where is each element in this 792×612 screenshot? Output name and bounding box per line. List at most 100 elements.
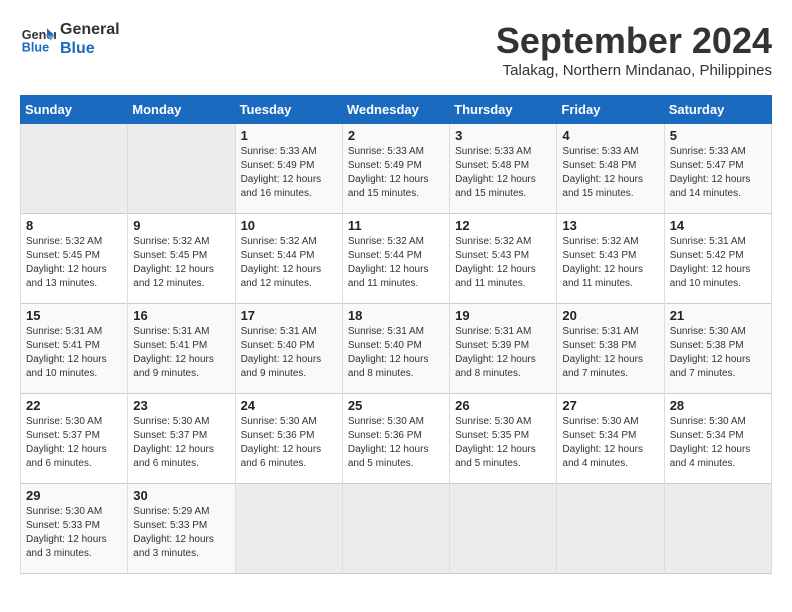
week-row-2: 8 Sunrise: 5:32 AMSunset: 5:45 PMDaylight… bbox=[21, 214, 772, 304]
calendar-cell: 16 Sunrise: 5:31 AMSunset: 5:41 PMDayligh… bbox=[128, 304, 235, 394]
calendar-cell: 30 Sunrise: 5:29 AMSunset: 5:33 PMDayligh… bbox=[128, 484, 235, 574]
calendar-cell: 4Sunrise: 5:33 AMSunset: 5:48 PMDaylight… bbox=[557, 124, 664, 214]
calendar-cell: 12 Sunrise: 5:32 AMSunset: 5:43 PMDayligh… bbox=[450, 214, 557, 304]
calendar-cell bbox=[557, 484, 664, 574]
day-number: 29 bbox=[26, 488, 122, 503]
calendar-cell: 3Sunrise: 5:33 AMSunset: 5:48 PMDaylight… bbox=[450, 124, 557, 214]
calendar-cell: 26 Sunrise: 5:30 AMSunset: 5:35 PMDayligh… bbox=[450, 394, 557, 484]
day-info: Sunrise: 5:30 AMSunset: 5:35 PMDaylight:… bbox=[455, 415, 551, 471]
calendar-cell: 17Sunrise: 5:31 AMSunset: 5:40 PMDayligh… bbox=[235, 304, 342, 394]
day-info: Sunrise: 5:30 AMSunset: 5:36 PMDaylight:… bbox=[241, 415, 337, 471]
header-wednesday: Wednesday bbox=[342, 96, 449, 124]
calendar-cell: 27 Sunrise: 5:30 AMSunset: 5:34 PMDayligh… bbox=[557, 394, 664, 484]
calendar-cell: 28Sunrise: 5:30 AMSunset: 5:34 PMDayligh… bbox=[664, 394, 771, 484]
day-number: 13 bbox=[562, 218, 658, 233]
day-info: Sunrise: 5:33 AMSunset: 5:49 PMDaylight:… bbox=[241, 145, 337, 201]
day-number: 25 bbox=[348, 398, 444, 413]
day-number: 20 bbox=[562, 308, 658, 323]
day-info: Sunrise: 5:32 AMSunset: 5:44 PMDaylight:… bbox=[348, 235, 444, 291]
week-row-4: 22 Sunrise: 5:30 AMSunset: 5:37 PMDayligh… bbox=[21, 394, 772, 484]
day-info: Sunrise: 5:30 AMSunset: 5:37 PMDaylight:… bbox=[26, 415, 122, 471]
week-row-3: 15 Sunrise: 5:31 AMSunset: 5:41 PMDayligh… bbox=[21, 304, 772, 394]
logo-icon: General Blue bbox=[20, 21, 56, 57]
header-tuesday: Tuesday bbox=[235, 96, 342, 124]
calendar-cell: 29Sunrise: 5:30 AMSunset: 5:33 PMDayligh… bbox=[21, 484, 128, 574]
day-number: 26 bbox=[455, 398, 551, 413]
header-thursday: Thursday bbox=[450, 96, 557, 124]
day-info: Sunrise: 5:31 AMSunset: 5:41 PMDaylight:… bbox=[133, 325, 229, 381]
calendar-cell: 21 Sunrise: 5:30 AMSunset: 5:38 PMDayligh… bbox=[664, 304, 771, 394]
calendar-cell: 22 Sunrise: 5:30 AMSunset: 5:37 PMDayligh… bbox=[21, 394, 128, 484]
day-info: Sunrise: 5:30 AMSunset: 5:37 PMDaylight:… bbox=[133, 415, 229, 471]
day-info: Sunrise: 5:30 AMSunset: 5:34 PMDaylight:… bbox=[670, 415, 766, 471]
day-number: 23 bbox=[133, 398, 229, 413]
week-row-5: 29Sunrise: 5:30 AMSunset: 5:33 PMDayligh… bbox=[21, 484, 772, 574]
day-info: Sunrise: 5:31 AMSunset: 5:42 PMDaylight:… bbox=[670, 235, 766, 291]
calendar-cell: 15 Sunrise: 5:31 AMSunset: 5:41 PMDayligh… bbox=[21, 304, 128, 394]
calendar-cell: 23 Sunrise: 5:30 AMSunset: 5:37 PMDayligh… bbox=[128, 394, 235, 484]
logo-text: General bbox=[60, 20, 120, 39]
day-number: 2 bbox=[348, 128, 444, 143]
day-number: 5 bbox=[670, 128, 766, 143]
calendar-cell bbox=[664, 484, 771, 574]
calendar-cell: 5 Sunrise: 5:33 AMSunset: 5:47 PMDaylight… bbox=[664, 124, 771, 214]
logo: General Blue General Blue bbox=[20, 20, 120, 58]
day-number: 10 bbox=[241, 218, 337, 233]
day-number: 14 bbox=[670, 218, 766, 233]
day-info: Sunrise: 5:32 AMSunset: 5:45 PMDaylight:… bbox=[133, 235, 229, 291]
calendar-header-row: SundayMondayTuesdayWednesdayThursdayFrid… bbox=[21, 96, 772, 124]
calendar-cell: 14 Sunrise: 5:31 AMSunset: 5:42 PMDayligh… bbox=[664, 214, 771, 304]
day-number: 12 bbox=[455, 218, 551, 233]
day-number: 22 bbox=[26, 398, 122, 413]
calendar-cell bbox=[235, 484, 342, 574]
day-info: Sunrise: 5:30 AMSunset: 5:38 PMDaylight:… bbox=[670, 325, 766, 381]
calendar-cell: 13 Sunrise: 5:32 AMSunset: 5:43 PMDayligh… bbox=[557, 214, 664, 304]
calendar-cell bbox=[128, 124, 235, 214]
day-number: 3 bbox=[455, 128, 551, 143]
calendar-cell bbox=[21, 124, 128, 214]
day-number: 27 bbox=[562, 398, 658, 413]
day-info: Sunrise: 5:33 AMSunset: 5:48 PMDaylight:… bbox=[562, 145, 658, 201]
day-info: Sunrise: 5:31 AMSunset: 5:38 PMDaylight:… bbox=[562, 325, 658, 381]
day-number: 15 bbox=[26, 308, 122, 323]
calendar-cell bbox=[450, 484, 557, 574]
day-number: 9 bbox=[133, 218, 229, 233]
day-info: Sunrise: 5:32 AMSunset: 5:43 PMDaylight:… bbox=[455, 235, 551, 291]
header-friday: Friday bbox=[557, 96, 664, 124]
day-info: Sunrise: 5:30 AMSunset: 5:36 PMDaylight:… bbox=[348, 415, 444, 471]
day-info: Sunrise: 5:33 AMSunset: 5:47 PMDaylight:… bbox=[670, 145, 766, 201]
week-row-1: 1 Sunrise: 5:33 AMSunset: 5:49 PMDaylight… bbox=[21, 124, 772, 214]
calendar-cell: 20 Sunrise: 5:31 AMSunset: 5:38 PMDayligh… bbox=[557, 304, 664, 394]
day-info: Sunrise: 5:29 AMSunset: 5:33 PMDaylight:… bbox=[133, 505, 229, 561]
calendar-cell: 11 Sunrise: 5:32 AMSunset: 5:44 PMDayligh… bbox=[342, 214, 449, 304]
day-info: Sunrise: 5:31 AMSunset: 5:41 PMDaylight:… bbox=[26, 325, 122, 381]
calendar-cell: 10 Sunrise: 5:32 AMSunset: 5:44 PMDayligh… bbox=[235, 214, 342, 304]
header-saturday: Saturday bbox=[664, 96, 771, 124]
day-number: 18 bbox=[348, 308, 444, 323]
day-info: Sunrise: 5:32 AMSunset: 5:44 PMDaylight:… bbox=[241, 235, 337, 291]
calendar-cell: 24Sunrise: 5:30 AMSunset: 5:36 PMDayligh… bbox=[235, 394, 342, 484]
day-number: 16 bbox=[133, 308, 229, 323]
title-section: September 2024 Talakag, Northern Mindana… bbox=[496, 20, 772, 79]
logo-subtext: Blue bbox=[60, 39, 120, 58]
day-number: 21 bbox=[670, 308, 766, 323]
day-info: Sunrise: 5:33 AMSunset: 5:49 PMDaylight:… bbox=[348, 145, 444, 201]
calendar-cell: 1 Sunrise: 5:33 AMSunset: 5:49 PMDaylight… bbox=[235, 124, 342, 214]
page-header: General Blue General Blue September 2024… bbox=[20, 20, 772, 79]
day-number: 8 bbox=[26, 218, 122, 233]
day-info: Sunrise: 5:31 AMSunset: 5:39 PMDaylight:… bbox=[455, 325, 551, 381]
day-info: Sunrise: 5:32 AMSunset: 5:43 PMDaylight:… bbox=[562, 235, 658, 291]
day-info: Sunrise: 5:30 AMSunset: 5:34 PMDaylight:… bbox=[562, 415, 658, 471]
calendar-table: SundayMondayTuesdayWednesdayThursdayFrid… bbox=[20, 95, 772, 574]
calendar-cell: 25 Sunrise: 5:30 AMSunset: 5:36 PMDayligh… bbox=[342, 394, 449, 484]
day-number: 1 bbox=[241, 128, 337, 143]
calendar-cell: 19Sunrise: 5:31 AMSunset: 5:39 PMDayligh… bbox=[450, 304, 557, 394]
svg-text:Blue: Blue bbox=[22, 41, 49, 55]
day-number: 30 bbox=[133, 488, 229, 503]
calendar-cell: 9 Sunrise: 5:32 AMSunset: 5:45 PMDaylight… bbox=[128, 214, 235, 304]
day-number: 11 bbox=[348, 218, 444, 233]
calendar-cell: 2 Sunrise: 5:33 AMSunset: 5:49 PMDaylight… bbox=[342, 124, 449, 214]
day-number: 17 bbox=[241, 308, 337, 323]
calendar-cell: 8 Sunrise: 5:32 AMSunset: 5:45 PMDaylight… bbox=[21, 214, 128, 304]
day-info: Sunrise: 5:32 AMSunset: 5:45 PMDaylight:… bbox=[26, 235, 122, 291]
